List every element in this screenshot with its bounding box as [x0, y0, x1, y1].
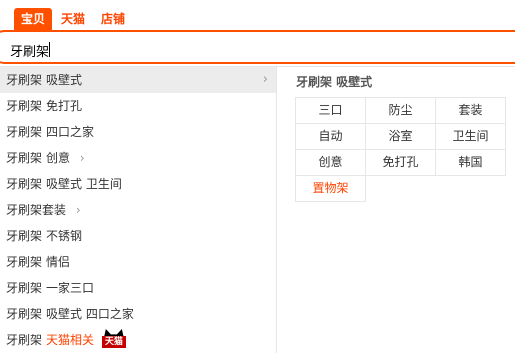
suggestion-extra: 免打孔	[46, 99, 83, 113]
list-item[interactable]: 牙刷架 吸壁式 卫生间	[0, 171, 276, 197]
suggestion-keyword: 牙刷架	[6, 177, 43, 191]
tag-cell[interactable]: 创意	[296, 150, 366, 176]
tab-shop[interactable]: 店铺	[94, 8, 132, 30]
tmall-related-link: 天猫相关	[46, 333, 95, 347]
list-item[interactable]: 牙刷架 情侣	[0, 249, 276, 275]
chevron-right-icon: ›	[262, 72, 268, 87]
suggestion-extra: 四口之家	[46, 125, 95, 139]
suggestion-extra: 情侣	[46, 255, 71, 269]
tag-grid: 三口 防尘 套装 自动 浴室 卫生间 创意 免打孔 韩国 置物架	[295, 97, 506, 202]
list-item[interactable]: 牙刷架 吸壁式 ›	[0, 67, 276, 93]
tag-cell[interactable]: 自动	[296, 124, 366, 150]
suggestion-dropdown: 牙刷架 吸壁式 › 牙刷架 免打孔 牙刷架 四口之家 牙刷架 创意 › 牙刷架 吸壁式 卫…	[0, 66, 515, 353]
suggestion-extra: 一家三口	[46, 281, 95, 295]
list-item[interactable]: 牙刷架套装 ›	[0, 197, 276, 223]
panel-title: 牙刷架 吸壁式	[296, 75, 373, 89]
list-item[interactable]: 牙刷架 不锈钢	[0, 223, 276, 249]
suggestion-keyword: 牙刷架套装	[6, 203, 67, 217]
text-caret	[49, 42, 50, 57]
suggestion-keyword: 牙刷架	[6, 333, 43, 347]
list-item[interactable]: 牙刷架 免打孔	[0, 93, 276, 119]
tag-cell[interactable]: 三口	[296, 98, 366, 124]
list-item[interactable]: 牙刷架 创意 ›	[0, 145, 276, 171]
tag-cell[interactable]: 韩国	[436, 150, 506, 176]
tmall-cat-icon: 天猫	[101, 329, 126, 348]
tmall-badge-label: 天猫	[101, 336, 126, 348]
chevron-right-icon: ›	[79, 151, 85, 165]
suggestion-keyword: 牙刷架	[6, 307, 43, 321]
suggestion-extra: 创意	[46, 151, 71, 165]
search-suggest-page: 宝贝 天猫 店铺 牙刷架吸壁式 › 牙刷架免打孔 牙刷架四口之家 牙刷架创意 ›…	[0, 0, 515, 353]
tag-cell[interactable]: 防尘	[366, 98, 436, 124]
chevron-right-icon: ›	[75, 203, 81, 217]
suggestion-keyword: 牙刷架	[6, 99, 43, 113]
suggestion-extra: 不锈钢	[46, 229, 83, 243]
suggestion-keyword: 牙刷架	[6, 281, 43, 295]
search-input[interactable]	[10, 40, 490, 60]
tag-cell[interactable]: 免打孔	[366, 150, 436, 176]
tag-cell[interactable]: 卫生间	[436, 124, 506, 150]
tag-cell[interactable]: 套装	[436, 98, 506, 124]
list-item[interactable]: 牙刷架 四口之家	[0, 119, 276, 145]
search-type-tabs: 宝贝 天猫 店铺	[14, 8, 134, 30]
suggestion-extra: 吸壁式	[46, 73, 83, 87]
suggestion-list: 牙刷架 吸壁式 › 牙刷架 免打孔 牙刷架 四口之家 牙刷架 创意 › 牙刷架 吸壁式 卫…	[0, 67, 277, 353]
suggestion-extra: 吸壁式 卫生间	[46, 177, 122, 191]
related-tags-panel: 牙刷架 吸壁式 三口 防尘 套装 自动 浴室 卫生间 创意 免打孔 韩国 置物架	[295, 67, 510, 202]
tab-baobei[interactable]: 宝贝	[14, 8, 53, 30]
suggestion-keyword: 牙刷架	[6, 151, 43, 165]
tag-cell-highlight[interactable]: 置物架	[296, 176, 366, 202]
list-item[interactable]: 牙刷架 一家三口	[0, 275, 276, 301]
list-item[interactable]: 牙刷架 天猫相关 天猫	[0, 327, 276, 353]
list-item[interactable]: 牙刷架 吸壁式 四口之家	[0, 301, 276, 327]
suggestion-keyword: 牙刷架	[6, 125, 43, 139]
suggestion-keyword: 牙刷架	[6, 229, 43, 243]
suggestion-keyword: 牙刷架	[6, 73, 43, 87]
suggestion-keyword: 牙刷架	[6, 255, 43, 269]
tab-tmall[interactable]: 天猫	[54, 8, 92, 30]
tag-cell[interactable]: 浴室	[366, 124, 436, 150]
suggestion-extra: 吸壁式 四口之家	[46, 307, 134, 321]
